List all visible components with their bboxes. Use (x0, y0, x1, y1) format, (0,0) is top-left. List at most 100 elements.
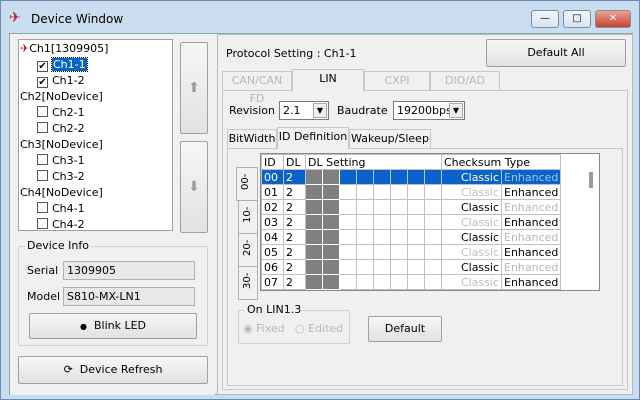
dl-setting-cell[interactable] (390, 274, 408, 290)
subtab-id-definition[interactable]: ID Definition (277, 127, 349, 149)
dl-setting-cell[interactable] (322, 244, 340, 260)
dl-setting-cell[interactable] (339, 199, 357, 215)
default-all-button[interactable]: Default All (486, 39, 626, 67)
enhanced-option[interactable]: Enhanced (500, 214, 562, 230)
dl-cell[interactable]: 2 (283, 199, 306, 215)
dl-setting-cell[interactable] (390, 214, 408, 230)
dl-setting-cell[interactable] (322, 274, 340, 290)
dl-setting-cell[interactable] (407, 244, 425, 260)
dl-setting-cell[interactable] (407, 274, 425, 290)
dl-setting-cell[interactable] (305, 169, 323, 185)
enhanced-option[interactable]: Enhanced (500, 184, 562, 200)
checkbox[interactable]: ✔ (37, 77, 48, 88)
dl-setting-cell[interactable] (424, 199, 442, 215)
tree-node-ch2-1[interactable]: Ch2-1 (37, 106, 85, 119)
dl-cell[interactable]: 2 (283, 169, 306, 185)
classic-option[interactable]: Classic (441, 214, 502, 230)
tree-node-ch4-1[interactable]: Ch4-1 (37, 202, 85, 215)
enhanced-option[interactable]: Enhanced (500, 274, 562, 290)
page-tab-10[interactable]: 10- (238, 200, 258, 234)
dl-setting-cell[interactable] (339, 259, 357, 275)
dl-setting-cell[interactable] (424, 169, 442, 185)
classic-option[interactable]: Classic (441, 184, 502, 200)
dl-setting-cell[interactable] (407, 229, 425, 245)
dl-setting-cell[interactable] (305, 229, 323, 245)
table-row[interactable]: 06 2 Classic Enhanced (261, 259, 562, 275)
default-button[interactable]: Default (368, 316, 442, 342)
dl-setting-cell[interactable] (390, 229, 408, 245)
enhanced-option[interactable]: Enhanced (500, 244, 562, 260)
id-cell[interactable]: 05 (261, 244, 284, 260)
dl-setting-cell[interactable] (339, 184, 357, 200)
dl-setting-cell[interactable] (424, 274, 442, 290)
dl-setting-cell[interactable] (322, 214, 340, 230)
dl-setting-cell[interactable] (373, 169, 391, 185)
dl-cell[interactable]: 2 (283, 274, 306, 290)
dl-setting-cell[interactable] (407, 259, 425, 275)
dl-setting-cell[interactable] (373, 184, 391, 200)
baudrate-select[interactable]: 19200bps ▼ (393, 101, 465, 120)
title-bar[interactable]: ✈ Device Window — □ ✕ (1, 1, 639, 35)
classic-option[interactable]: Classic (441, 169, 502, 185)
dl-setting-cell[interactable] (424, 184, 442, 200)
classic-option[interactable]: Classic (441, 199, 502, 215)
checkbox[interactable]: ✔ (37, 61, 48, 72)
dl-setting-cell[interactable] (390, 184, 408, 200)
dl-setting-cell[interactable] (322, 199, 340, 215)
tab-lin[interactable]: LIN (292, 69, 364, 91)
dl-setting-cell[interactable] (373, 259, 391, 275)
dl-setting-cell[interactable] (373, 274, 391, 290)
dl-setting-cell[interactable] (424, 214, 442, 230)
table-row[interactable]: 07 2 Classic Enhanced (261, 274, 562, 290)
channel-tree[interactable]: ✈Ch1[1309905] ✔ Ch1-1 ✔ Ch1-2 Ch2[NoDevice] Ch… (18, 39, 173, 231)
id-cell[interactable]: 03 (261, 214, 284, 230)
checkbox[interactable] (37, 170, 48, 181)
dl-setting-cell[interactable] (322, 229, 340, 245)
tree-node-ch3-1[interactable]: Ch3-1 (37, 154, 85, 167)
subtab-bitwidth[interactable]: BitWidth (227, 129, 277, 149)
enhanced-option[interactable]: Enhanced (500, 229, 562, 245)
id-cell[interactable]: 02 (261, 199, 284, 215)
dl-cell[interactable]: 2 (283, 259, 306, 275)
dl-setting-cell[interactable] (339, 214, 357, 230)
dl-cell[interactable]: 2 (283, 184, 306, 200)
dl-setting-cell[interactable] (305, 184, 323, 200)
page-tab-20[interactable]: 20- (238, 233, 258, 267)
scrollbar-thumb[interactable] (589, 172, 593, 188)
checkbox[interactable] (37, 202, 48, 213)
dl-setting-cell[interactable] (339, 274, 357, 290)
dl-setting-cell[interactable] (390, 259, 408, 275)
table-row[interactable]: 01 2 Classic Enhanced (261, 184, 562, 200)
dl-setting-cell[interactable] (339, 244, 357, 260)
dl-setting-cell[interactable] (356, 274, 374, 290)
dl-setting-cell[interactable] (322, 259, 340, 275)
table-row[interactable]: 02 2 Classic Enhanced (261, 199, 562, 215)
classic-option[interactable]: Classic (441, 244, 502, 260)
dl-setting-cell[interactable] (305, 274, 323, 290)
tree-node-ch2-2[interactable]: Ch2-2 (37, 122, 85, 135)
dl-cell[interactable]: 2 (283, 229, 306, 245)
id-cell[interactable]: 00 (261, 169, 284, 185)
tree-node-ch4-2[interactable]: Ch4-2 (37, 218, 85, 230)
tree-node-ch4[interactable]: Ch4[NoDevice] (20, 186, 103, 199)
tree-node-ch3[interactable]: Ch3[NoDevice] (20, 138, 103, 151)
dl-setting-cell[interactable] (356, 214, 374, 230)
move-down-button[interactable]: ⬇ (180, 141, 208, 233)
dl-setting-cell[interactable] (356, 229, 374, 245)
dl-cell[interactable]: 2 (283, 244, 306, 260)
dl-setting-cell[interactable] (356, 184, 374, 200)
page-tab-00[interactable]: 00- (236, 167, 258, 201)
tree-node-ch2[interactable]: Ch2[NoDevice] (20, 90, 103, 103)
tree-node-ch1-2[interactable]: ✔ Ch1-2 (37, 74, 85, 88)
id-cell[interactable]: 06 (261, 259, 284, 275)
dl-setting-cell[interactable] (390, 244, 408, 260)
tree-node-ch1-1[interactable]: ✔ Ch1-1 (37, 57, 88, 72)
dl-setting-cell[interactable] (305, 244, 323, 260)
dl-setting-cell[interactable] (424, 259, 442, 275)
dl-setting-cell[interactable] (356, 244, 374, 260)
table-row[interactable]: 05 2 Classic Enhanced (261, 244, 562, 260)
dl-cell[interactable]: 2 (283, 214, 306, 230)
dl-setting-cell[interactable] (407, 199, 425, 215)
classic-option[interactable]: Classic (441, 274, 502, 290)
minimize-button[interactable]: — (531, 10, 559, 28)
